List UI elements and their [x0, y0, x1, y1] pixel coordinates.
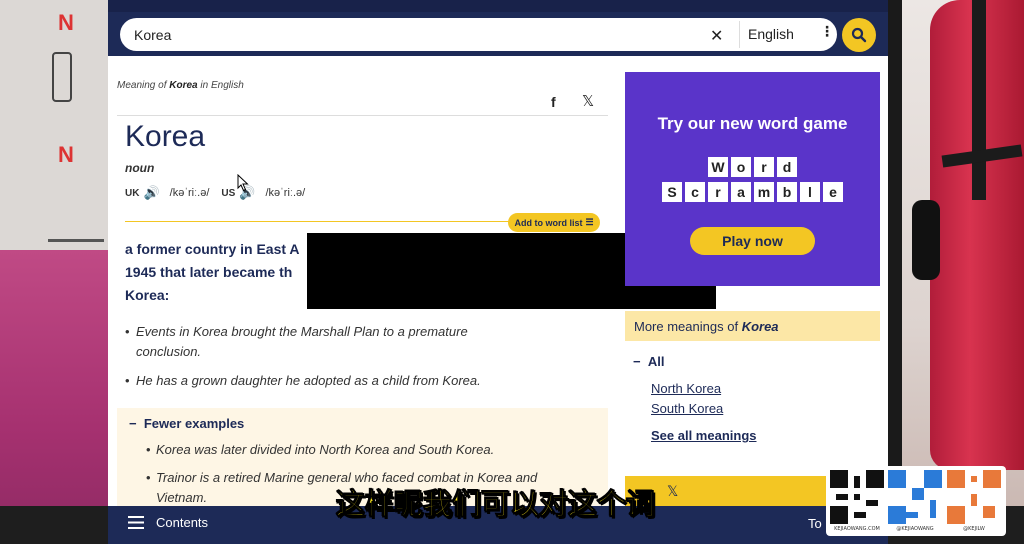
x-share-icon[interactable]: 𝕏	[582, 92, 594, 110]
contents-label: Contents	[156, 515, 209, 530]
pronunciation-row: UK 🔊 /kəˈriː.ə/ US 🔊 /kəˈriː.ə/	[125, 185, 313, 201]
all-label: All	[647, 354, 665, 369]
meaning-word: Korea	[169, 80, 198, 91]
facebook-share-icon[interactable]: f	[551, 94, 556, 110]
part-of-speech: noun	[125, 161, 155, 175]
search-input[interactable]	[134, 18, 694, 51]
search-divider	[739, 21, 740, 48]
letter-tile: a	[731, 182, 751, 202]
dictionary-window: ✕ English ⋮ Meaning of Korea in English …	[108, 0, 888, 544]
example-item: Events in Korea brought the Marshall Pla…	[125, 322, 525, 362]
more-meanings-word: Korea	[741, 319, 779, 334]
lantern-decoration	[52, 52, 72, 102]
background-wall	[0, 0, 108, 285]
uk-ipa: /kəˈriː.ə/	[169, 187, 210, 199]
qr-code-3	[947, 470, 1001, 524]
north-korea-link[interactable]: North Korea	[651, 381, 721, 396]
minus-icon: −	[129, 416, 144, 431]
qr-caption-2: @KEJIAOWANG	[896, 526, 934, 532]
letter-tile: W	[708, 157, 728, 177]
background-right-scene	[902, 0, 1024, 544]
meaning-suffix: in English	[200, 80, 244, 91]
tile-row-word: W o r d	[625, 157, 880, 177]
qr-caption-1: KEJIAOWANG.COM	[834, 526, 880, 532]
all-meanings-toggle[interactable]: − All	[633, 354, 664, 369]
search-box: ✕ English ⋮	[120, 18, 837, 51]
uk-label: UK	[125, 187, 140, 199]
background-carpet	[0, 250, 108, 544]
qr-caption-3: @KEJILW	[963, 526, 985, 532]
more-meanings-prefix: More meanings of	[634, 319, 739, 334]
add-to-word-list-label: Add to word list	[514, 217, 583, 228]
hamburger-menu-icon	[128, 516, 144, 529]
search-button[interactable]	[842, 18, 876, 52]
meaning-prefix: Meaning of	[117, 80, 167, 91]
ad-title: Try our new word game	[657, 114, 848, 133]
us-ipa: /kəˈriː.ə/	[265, 187, 306, 199]
background-left-scene: N N	[0, 0, 108, 544]
see-all-meanings-link[interactable]: See all meanings	[651, 428, 757, 443]
search-icon	[851, 27, 867, 43]
play-now-button[interactable]: Play now	[690, 227, 815, 255]
minus-icon: −	[633, 354, 648, 369]
uk-audio-icon[interactable]: 🔊	[143, 185, 159, 201]
qr-code-1	[830, 470, 884, 524]
extra-example-item: Korea was later divided into North Korea…	[146, 440, 576, 460]
fence-decoration	[48, 218, 104, 242]
clear-icon[interactable]: ✕	[710, 26, 723, 45]
x-logo-icon[interactable]: 𝕏	[667, 484, 678, 500]
add-to-word-list-button[interactable]: Add to word list ☰	[508, 213, 600, 232]
south-korea-link[interactable]: South Korea	[651, 401, 723, 416]
harness-strap	[972, 0, 986, 200]
more-options-icon[interactable]: ⋮	[820, 24, 834, 40]
fewer-examples-toggle[interactable]: − Fewer examples	[129, 416, 244, 431]
video-subtitle: 这样呢我们可以对这个词	[335, 487, 656, 522]
letter-tile: l	[800, 182, 820, 202]
qr-code-panel: KEJIAOWANG.COM @KEJIAOWANG @KEJILW	[826, 466, 1006, 536]
examples-list: Events in Korea brought the Marshall Pla…	[125, 322, 525, 400]
fewer-examples-label: Fewer examples	[143, 416, 245, 431]
headword: Korea	[125, 120, 206, 153]
tile-row-scramble: S c r a m b l e	[625, 182, 880, 202]
more-meanings-header: More meanings of Korea	[625, 311, 880, 341]
language-select[interactable]: English	[748, 26, 794, 42]
header-divider	[117, 115, 608, 116]
meaning-of-label: Meaning of Korea in English	[117, 80, 244, 91]
letter-tile: e	[823, 182, 843, 202]
letter-tile: d	[777, 157, 797, 177]
black-glove	[912, 200, 940, 280]
header-top-strip	[108, 0, 888, 12]
mouse-cursor-icon	[237, 174, 249, 192]
list-icon: ☰	[585, 217, 594, 227]
letter-tile: S	[662, 182, 682, 202]
letter-tile: o	[731, 157, 751, 177]
contents-button[interactable]: Contents	[128, 515, 208, 530]
definition-divider	[125, 221, 515, 222]
search-header: ✕ English ⋮	[108, 0, 888, 56]
qr-code-2	[888, 470, 942, 524]
letter-tile: b	[777, 182, 797, 202]
word-game-ad[interactable]: Try our new word game W o r d S c r a m …	[625, 72, 880, 286]
letter-tile: r	[708, 182, 728, 202]
letter-tile: c	[685, 182, 705, 202]
to-top-label[interactable]: To	[808, 516, 822, 531]
letter-tile: m	[754, 182, 774, 202]
netflix-logo-2: N	[58, 142, 74, 167]
netflix-logo-1: N	[58, 10, 74, 35]
example-item: He has a grown daughter he adopted as a …	[125, 371, 525, 391]
letter-tile: r	[754, 157, 774, 177]
us-label: US	[221, 187, 236, 199]
